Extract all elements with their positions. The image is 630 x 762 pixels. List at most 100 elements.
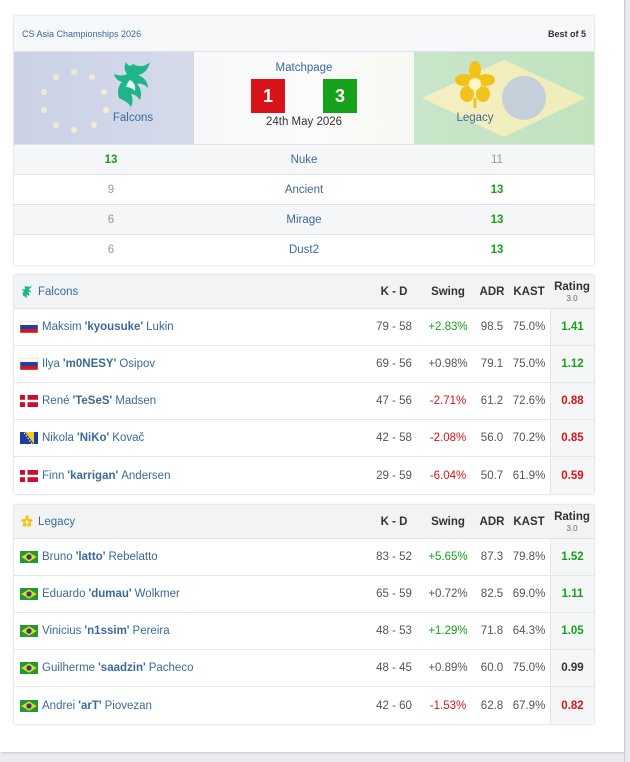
- match-scoreboard: Falcons Matchpage 1 3 24th May 2026 Lega…: [14, 52, 594, 145]
- player-first-name: Nikola: [42, 432, 74, 444]
- player-row: Bruno 'latto' Rebelatto 83 - 52 +5.65% 8…: [14, 539, 594, 576]
- player-adr: 61.2: [480, 395, 504, 407]
- player-nickname: 'NiKo': [76, 432, 110, 444]
- team1-block[interactable]: Falcons: [73, 60, 193, 124]
- player-adr: 62.8: [480, 699, 504, 712]
- player-adr: 56.0: [480, 432, 504, 444]
- player-first-name: Eduardo: [42, 588, 86, 600]
- player-first-name: René: [42, 395, 70, 407]
- rating-version: 3.0: [566, 523, 578, 533]
- player-swing: +0.98%: [428, 358, 468, 370]
- player-last-name: Pereira: [132, 625, 170, 637]
- player-rating: 0.59: [550, 457, 594, 494]
- player-last-name: Andersen: [121, 469, 171, 482]
- brazil-flag-icon: [20, 625, 38, 637]
- player-rating: 0.85: [550, 420, 594, 456]
- stats-header: Legacy K - D Swing ADR KAST Rating 3.0: [14, 505, 594, 539]
- team2-block[interactable]: Legacy: [415, 60, 535, 124]
- player-name-link[interactable]: Andrei 'arT' Piovezan: [14, 699, 368, 712]
- map-name[interactable]: Nuke: [208, 154, 400, 166]
- legacy-logo-icon: [455, 61, 495, 108]
- player-name-link[interactable]: Maksim 'kyousuke' Lukin: [14, 321, 368, 333]
- player-rating: 0.88: [550, 383, 594, 419]
- brazil-flag-icon: [20, 662, 38, 674]
- swing-header: Swing: [431, 515, 465, 528]
- player-kast: 64.3%: [512, 625, 546, 637]
- map-team2-score: 13: [490, 183, 504, 196]
- player-swing: -1.53%: [429, 699, 467, 712]
- map-team2-score: 11: [491, 153, 503, 166]
- event-link[interactable]: CS Asia Championships 2026: [22, 29, 141, 39]
- rating-header: Rating 3.0: [550, 510, 594, 534]
- player-name-link[interactable]: Bruno 'latto' Rebelatto: [14, 551, 368, 563]
- rating-header-label: Rating: [554, 510, 590, 523]
- map-name[interactable]: Ancient: [208, 184, 400, 196]
- denmark-flag-icon: [20, 395, 38, 407]
- map-team1-score: 9: [107, 183, 115, 196]
- kd-header: K - D: [380, 285, 408, 298]
- map-team2-score: 13: [490, 213, 504, 226]
- map-name[interactable]: Dust2: [208, 244, 400, 256]
- player-name-link[interactable]: Finn 'karrigan' Andersen: [14, 469, 368, 482]
- player-nickname: 'n1ssim': [84, 625, 130, 637]
- player-name-link[interactable]: Guilherme 'saadzin' Pacheco: [14, 662, 368, 674]
- player-swing: +5.65%: [428, 551, 468, 563]
- player-adr: 87.3: [480, 551, 504, 563]
- player-kd: 65 - 59: [376, 588, 412, 600]
- player-kast: 67.9%: [512, 699, 546, 712]
- team2-name[interactable]: Legacy: [415, 112, 535, 124]
- map-row[interactable]: 13 Nuke 11: [14, 145, 594, 175]
- player-name-link[interactable]: Nikola 'NiKo' Kovač: [14, 432, 368, 444]
- player-nickname: 'dumau': [88, 588, 132, 600]
- team1-series-score: 1: [251, 79, 285, 113]
- page-container: CS Asia Championships 2026 Best of 5 Fal…: [0, 0, 624, 752]
- stats-header: Falcons K - D Swing ADR KAST Rating 3.0: [14, 275, 594, 309]
- kast-header: KAST: [513, 285, 545, 298]
- map-name[interactable]: Mirage: [208, 214, 400, 226]
- series-score: 1 3: [224, 79, 384, 113]
- match-center: Matchpage 1 3 24th May 2026: [224, 62, 384, 128]
- player-last-name: Rebelatto: [108, 551, 158, 563]
- map-row[interactable]: 9 Ancient 13: [14, 175, 594, 205]
- maps-list: 13 Nuke 11 9 Ancient 13 6 Mirage 13 6 Du…: [14, 145, 594, 265]
- player-kast: 75.0%: [512, 662, 546, 674]
- team1-stats-table: Falcons K - D Swing ADR KAST Rating 3.0 …: [14, 275, 594, 494]
- player-kd: 47 - 56: [376, 395, 412, 407]
- player-first-name: Finn: [42, 469, 65, 482]
- team1-name[interactable]: Falcons: [73, 112, 193, 124]
- falcons-logo-icon: [114, 62, 150, 107]
- stats-team-label[interactable]: Legacy: [14, 514, 368, 529]
- player-name-link[interactable]: Eduardo 'dumau' Wolkmer: [14, 588, 368, 600]
- player-row: Finn 'karrigan' Andersen 29 - 59 -6.04% …: [14, 457, 594, 494]
- player-last-name: Pacheco: [148, 662, 194, 674]
- rating-version: 3.0: [566, 293, 578, 303]
- player-row: Vinicius 'n1ssim' Pereira 48 - 53 +1.29%…: [14, 613, 594, 650]
- match-info-bar: CS Asia Championships 2026 Best of 5: [14, 16, 594, 52]
- player-swing: +0.72%: [428, 588, 468, 600]
- player-name-link[interactable]: Vinicius 'n1ssim' Pereira: [14, 625, 368, 637]
- player-kd: 79 - 58: [376, 321, 412, 333]
- player-first-name: Bruno: [42, 551, 73, 563]
- player-first-name: Guilherme: [42, 662, 96, 674]
- player-row: Ilya 'm0NESY' Osipov 69 - 56 +0.98% 79.1…: [14, 346, 594, 383]
- player-kd: 83 - 52: [376, 551, 412, 563]
- player-rows: Bruno 'latto' Rebelatto 83 - 52 +5.65% 8…: [14, 539, 594, 724]
- stats-team-name: Falcons: [38, 285, 79, 298]
- rating-header: Rating 3.0: [550, 280, 594, 304]
- player-rating: 1.05: [550, 613, 594, 649]
- stats-team-name: Legacy: [38, 515, 76, 528]
- matchpage-link[interactable]: Matchpage: [224, 62, 384, 74]
- map-row[interactable]: 6 Mirage 13: [14, 205, 594, 235]
- player-name-link[interactable]: Ilya 'm0NESY' Osipov: [14, 358, 368, 370]
- player-last-name: Lukin: [146, 321, 174, 333]
- rating-header-label: Rating: [554, 280, 590, 293]
- match-date: 24th May 2026: [265, 116, 343, 128]
- denmark-flag-icon: [20, 469, 38, 482]
- player-swing: +1.29%: [428, 625, 468, 637]
- player-name-link[interactable]: René 'TeSeS' Madsen: [14, 395, 368, 407]
- russia-flag-icon: [20, 321, 38, 333]
- map-row[interactable]: 6 Dust2 13: [14, 235, 594, 265]
- player-adr: 50.7: [480, 469, 504, 482]
- map-team1-score: 13: [104, 153, 118, 166]
- stats-team-label[interactable]: Falcons: [14, 285, 368, 299]
